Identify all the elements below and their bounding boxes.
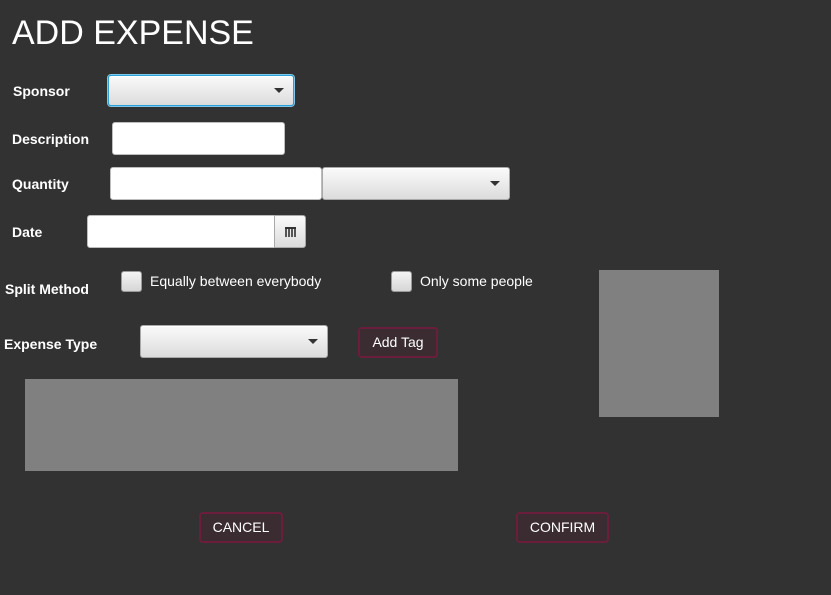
split-some-checkbox[interactable] (391, 271, 412, 292)
date-picker-button[interactable] (274, 215, 306, 248)
people-panel (599, 270, 719, 417)
split-method-label: Split Method (5, 281, 89, 297)
expense-type-dropdown[interactable] (140, 325, 328, 358)
quantity-label: Quantity (12, 176, 69, 192)
split-equally-checkbox[interactable] (121, 271, 142, 292)
chevron-down-icon (308, 339, 318, 344)
split-some-label: Only some people (420, 273, 533, 289)
date-label: Date (12, 224, 43, 240)
calendar-icon (285, 227, 296, 237)
confirm-button[interactable]: CONFIRM (516, 512, 609, 543)
chevron-down-icon (490, 181, 500, 186)
page-title: ADD EXPENSE (12, 14, 254, 52)
expense-type-label: Expense Type (4, 336, 98, 352)
sponsor-dropdown[interactable] (108, 75, 294, 106)
tags-panel (25, 379, 458, 471)
quantity-input[interactable] (110, 167, 322, 200)
split-equally-label: Equally between everybody (150, 273, 322, 289)
description-input[interactable] (112, 122, 285, 155)
description-label: Description (12, 131, 90, 147)
cancel-button[interactable]: CANCEL (199, 512, 283, 543)
add-tag-button[interactable]: Add Tag (358, 327, 438, 358)
quantity-unit-dropdown[interactable] (322, 167, 510, 200)
sponsor-label: Sponsor (13, 83, 70, 99)
date-input[interactable] (87, 215, 275, 248)
chevron-down-icon (274, 88, 284, 93)
